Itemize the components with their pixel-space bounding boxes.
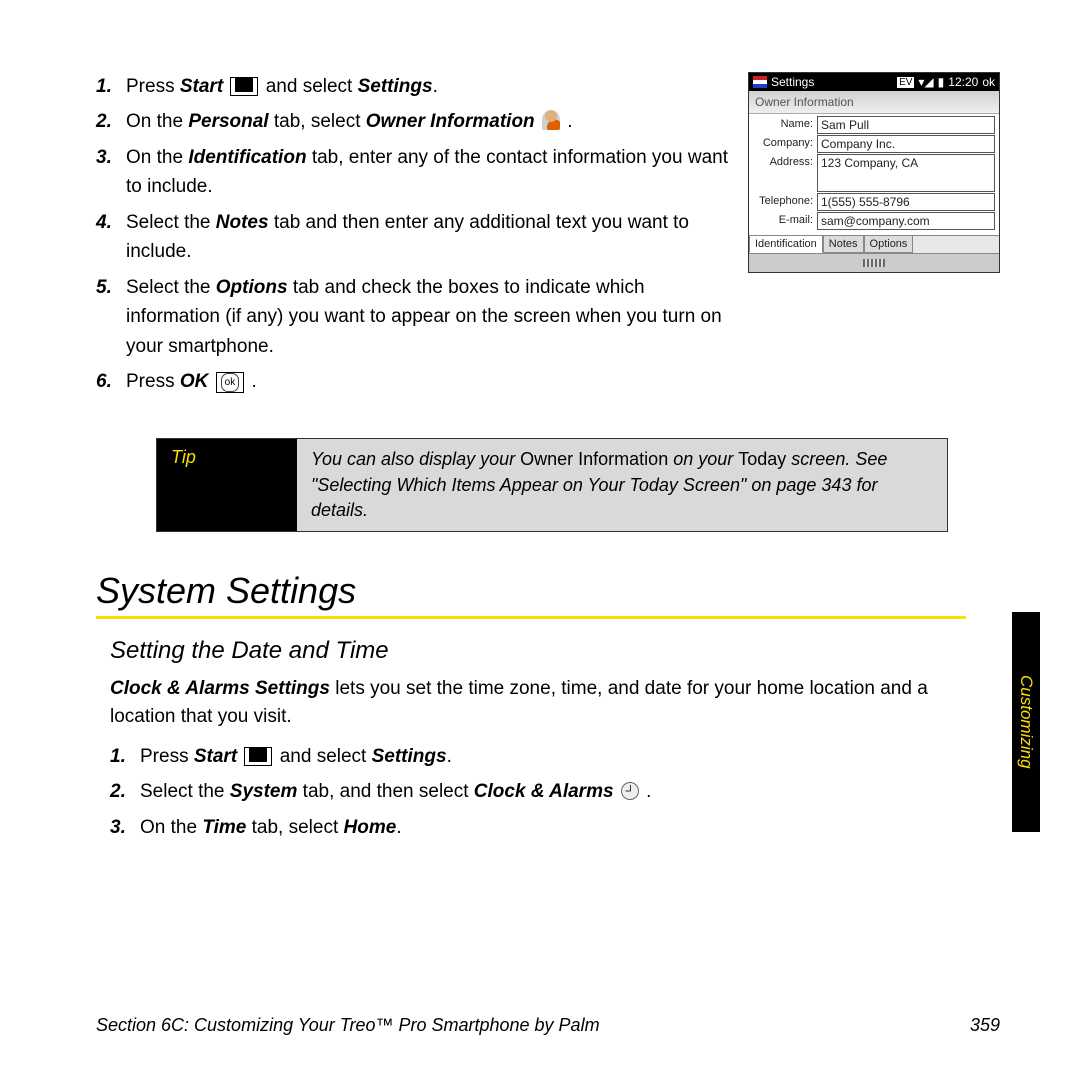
shot-titlebar: Settings EV ▾◢ ▮ 12:20 ok [749,73,999,91]
side-tab-customizing: Customizing [1012,612,1040,832]
clock-alarms-paragraph: Clock & Alarms Settings lets you set the… [110,675,980,732]
owner-person-icon [542,110,560,130]
battery-icon: ▮ [938,75,945,89]
owner-info-screenshot: Settings EV ▾◢ ▮ 12:20 ok Owner Informat… [748,72,1000,273]
keyboard-icon [863,259,885,267]
clock-icon [621,782,639,800]
tip-label: Tip [157,439,297,531]
date-time-steps: 1.Press Start and select Settings.2.Sele… [110,742,980,842]
signal-icon: ▾◢ [918,75,933,89]
tip-body: You can also display your Owner Informat… [297,439,947,531]
page-number: 359 [970,1015,1000,1036]
shot-tabs: IdentificationNotesOptions [749,235,999,253]
section-rule [96,616,966,619]
owner-info-steps: 1.Press Start and select Settings.2.On t… [96,72,728,396]
shot-ok: ok [982,75,995,89]
start-key-icon [230,77,258,96]
ok-key-icon: ok [216,372,245,393]
start-key-icon [244,747,272,766]
section-heading: System Settings [96,570,1000,612]
tip-box: Tip You can also display your Owner Info… [156,438,948,532]
shot-header: Owner Information [749,91,999,114]
shot-time: 12:20 [948,75,978,89]
shot-badge: EV [897,77,914,88]
shot-title: Settings [771,75,814,89]
start-flag-icon [753,76,767,88]
shot-footer [749,253,999,272]
subsection-heading: Setting the Date and Time [110,637,1000,665]
page-footer: Section 6C: Customizing Your Treo™ Pro S… [96,1015,1000,1036]
footer-left: Section 6C: Customizing Your Treo™ Pro S… [96,1015,600,1036]
